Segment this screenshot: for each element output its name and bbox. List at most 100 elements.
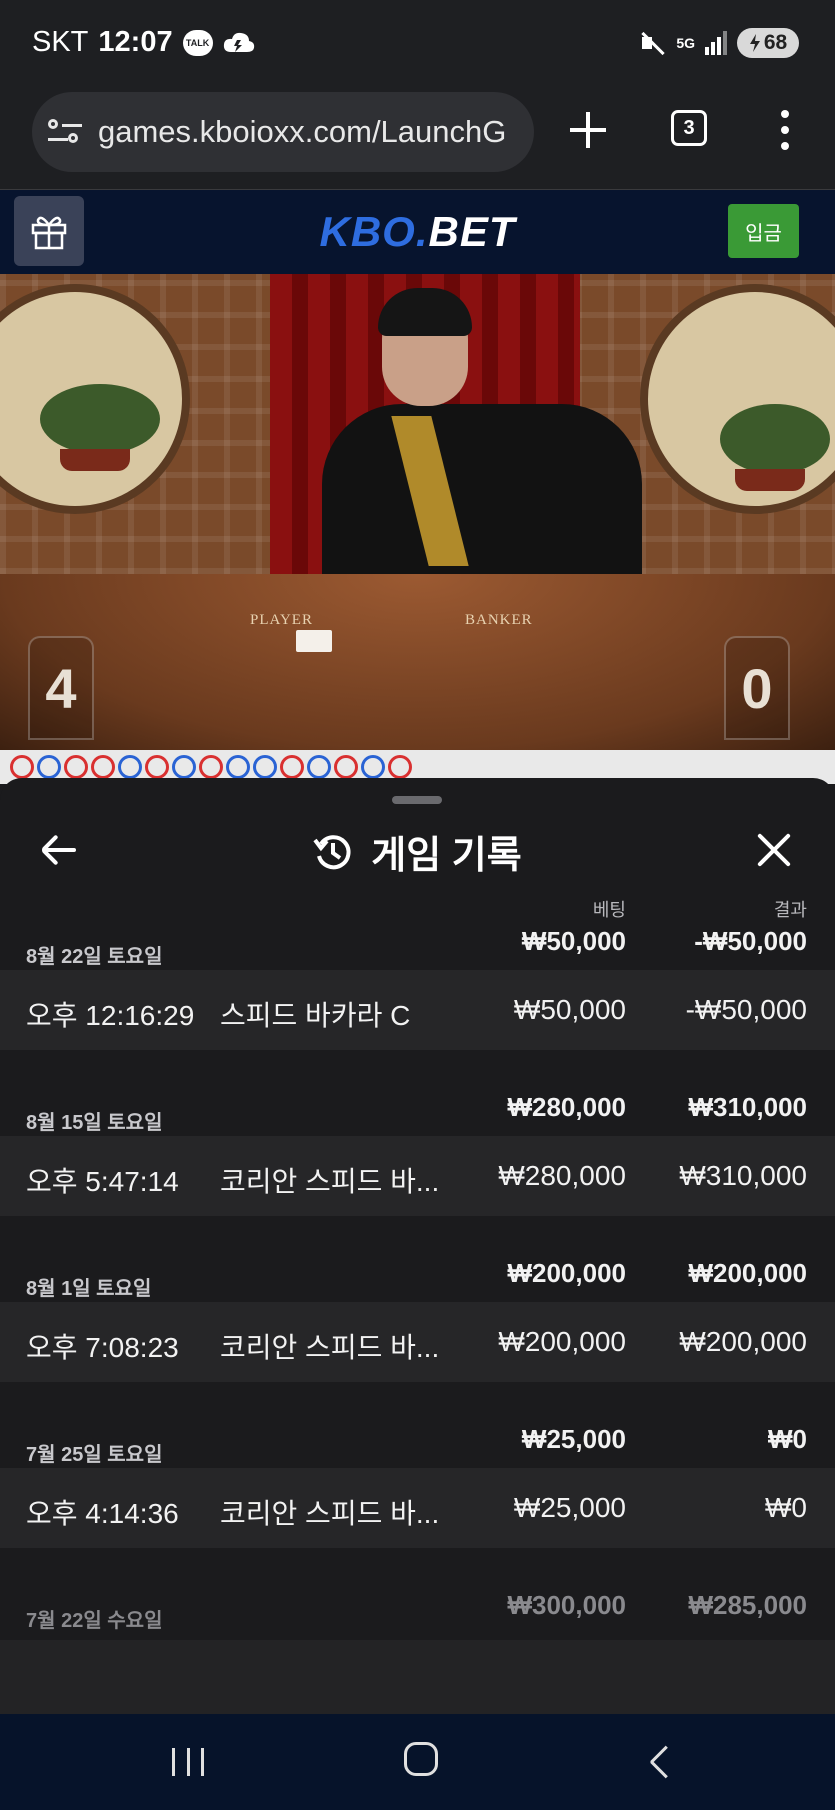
menu-dot — [781, 110, 789, 118]
browser-menu-button[interactable] — [780, 110, 790, 150]
browser-toolbar: games.kboioxx.com/LaunchG 3 — [0, 86, 835, 190]
day-group: 8월 15일 토요일 ₩280,000 ₩310,000 오후 5:47:14 … — [0, 1084, 835, 1216]
road-marker-blue — [226, 755, 250, 779]
system-nav-bar — [0, 1714, 835, 1810]
address-bar[interactable]: games.kboioxx.com/LaunchG — [32, 92, 534, 172]
road-marker-blue — [307, 755, 331, 779]
road-marker-blue — [118, 755, 142, 779]
close-button[interactable] — [752, 828, 796, 872]
playing-card — [296, 630, 332, 652]
bonsai-right — [720, 404, 830, 474]
day-group: 8월 22일 토요일 ₩50,000 -₩50,000 오후 12:16:29 … — [0, 918, 835, 1050]
road-marker-red — [388, 755, 412, 779]
day-result-total: -₩50,000 — [694, 926, 807, 956]
record-bet: ₩50,000 — [513, 994, 626, 1025]
day-summary-row: 7월 22일 수요일 ₩300,000 ₩285,000 — [0, 1582, 835, 1634]
record-row[interactable]: 오후 7:08:23 코리안 스피드 바... ₩200,000 ₩200,00… — [0, 1302, 835, 1382]
day-date: 7월 25일 토요일 — [26, 1444, 163, 1466]
day-date: 7월 22일 수요일 — [26, 1610, 163, 1632]
status-bar-left: SKT 12:07 TALK — [32, 26, 255, 59]
road-marker-blue — [37, 755, 61, 779]
day-group: 7월 25일 토요일 ₩25,000 ₩0 오후 4:14:36 코리안 스피드… — [0, 1416, 835, 1548]
day-date: 8월 22일 토요일 — [26, 946, 163, 968]
history-icon — [313, 834, 351, 869]
player-score: 4 — [28, 636, 94, 740]
record-result: ₩200,000 — [679, 1326, 807, 1357]
road-marker-red — [64, 755, 88, 779]
record-bet: ₩200,000 — [498, 1326, 626, 1357]
battery-indicator: 68 — [737, 28, 799, 58]
pot-right — [735, 469, 805, 491]
record-time: 오후 7:08:23 — [26, 1332, 179, 1363]
game-history-sheet: 게임 기록 베팅 결과 8월 22일 토요일 ₩50,000 -₩50,000 … — [0, 778, 835, 1714]
record-time: 오후 12:16:29 — [26, 1000, 195, 1031]
road-marker-red — [280, 755, 304, 779]
site-logo[interactable]: KBO.BET — [0, 208, 835, 256]
day-date: 8월 1일 토요일 — [26, 1278, 152, 1300]
day-date: 8월 15일 토요일 — [26, 1112, 163, 1134]
day-result-total: ₩310,000 — [688, 1092, 807, 1122]
record-time: 오후 4:14:36 — [26, 1498, 179, 1529]
status-bar: SKT 12:07 TALK 5G 68 — [0, 0, 835, 86]
day-bet-total: ₩200,000 — [507, 1258, 626, 1288]
sheet-title: 게임 기록 — [371, 835, 522, 877]
day-result-total: ₩200,000 — [688, 1258, 807, 1288]
banker-zone-label: BANKER — [465, 612, 533, 628]
signal-icon — [705, 31, 727, 55]
battery-level: 68 — [763, 31, 788, 54]
record-row[interactable]: 오후 5:47:14 코리안 스피드 바... ₩280,000 ₩310,00… — [0, 1136, 835, 1216]
mute-icon — [640, 30, 666, 56]
logo-part-kbo: KBO. — [319, 208, 429, 255]
record-game: 코리안 스피드 바... — [220, 1498, 440, 1529]
day-group: 7월 22일 수요일 ₩300,000 ₩285,000 — [0, 1582, 835, 1634]
road-marker-blue — [361, 755, 385, 779]
road-marker-red — [199, 755, 223, 779]
drag-handle[interactable] — [392, 796, 442, 804]
record-game: 스피드 바카라 C — [220, 1000, 411, 1031]
record-bet: ₩280,000 — [498, 1160, 626, 1191]
record-row[interactable]: 오후 12:16:29 스피드 바카라 C ₩50,000 -₩50,000 — [0, 970, 835, 1050]
site-header: KBO.BET 입금 — [0, 190, 835, 274]
record-time: 오후 5:47:14 — [26, 1166, 179, 1197]
player-zone-label: PLAYER — [250, 612, 313, 628]
sheet-header: 게임 기록 — [0, 824, 835, 879]
banker-score: 0 — [724, 636, 790, 740]
recent-apps-button[interactable] — [172, 1748, 204, 1776]
new-tab-button[interactable] — [566, 108, 610, 152]
charging-icon — [749, 34, 760, 52]
day-result-total: ₩0 — [768, 1424, 807, 1454]
kakaotalk-icon: TALK — [182, 29, 213, 56]
home-button[interactable] — [404, 1742, 438, 1776]
day-bet-total: ₩280,000 — [507, 1092, 626, 1122]
day-summary-row: 8월 15일 토요일 ₩280,000 ₩310,000 — [0, 1084, 835, 1136]
record-result: -₩50,000 — [685, 994, 807, 1025]
record-game: 코리안 스피드 바... — [220, 1332, 440, 1363]
day-summary-row: 7월 25일 토요일 ₩25,000 ₩0 — [0, 1416, 835, 1468]
road-marker-blue — [172, 755, 196, 779]
road-marker-red — [10, 755, 34, 779]
menu-dot — [781, 126, 789, 134]
record-result: ₩0 — [765, 1492, 807, 1523]
bonsai-left — [40, 384, 160, 454]
cloud-icon — [223, 32, 254, 52]
logo-part-bet: BET — [428, 208, 516, 255]
day-result-total: ₩285,000 — [688, 1590, 807, 1620]
road-marker-blue — [253, 755, 277, 779]
url-text[interactable]: games.kboioxx.com/LaunchG — [98, 114, 506, 150]
deposit-button[interactable]: 입금 — [728, 204, 799, 258]
clock: 12:07 — [98, 26, 173, 58]
record-bet: ₩25,000 — [513, 1492, 626, 1523]
day-summary-row: 8월 1일 토요일 ₩200,000 ₩200,000 — [0, 1250, 835, 1302]
day-bet-total: ₩300,000 — [507, 1590, 626, 1620]
road-marker-red — [334, 755, 358, 779]
record-row[interactable]: 오후 4:14:36 코리안 스피드 바... ₩25,000 ₩0 — [0, 1468, 835, 1548]
live-dealer-video[interactable]: PLAYER BANKER 4 0 — [0, 274, 835, 750]
carrier-label: SKT — [32, 26, 89, 58]
road-marker-red — [145, 755, 169, 779]
back-button[interactable] — [640, 1744, 672, 1779]
day-group: 8월 1일 토요일 ₩200,000 ₩200,000 오후 7:08:23 코… — [0, 1250, 835, 1382]
road-marker-red — [91, 755, 115, 779]
site-settings-icon[interactable] — [48, 117, 82, 147]
day-bet-total: ₩50,000 — [521, 926, 626, 956]
tab-switcher-button[interactable]: 3 — [671, 110, 707, 146]
